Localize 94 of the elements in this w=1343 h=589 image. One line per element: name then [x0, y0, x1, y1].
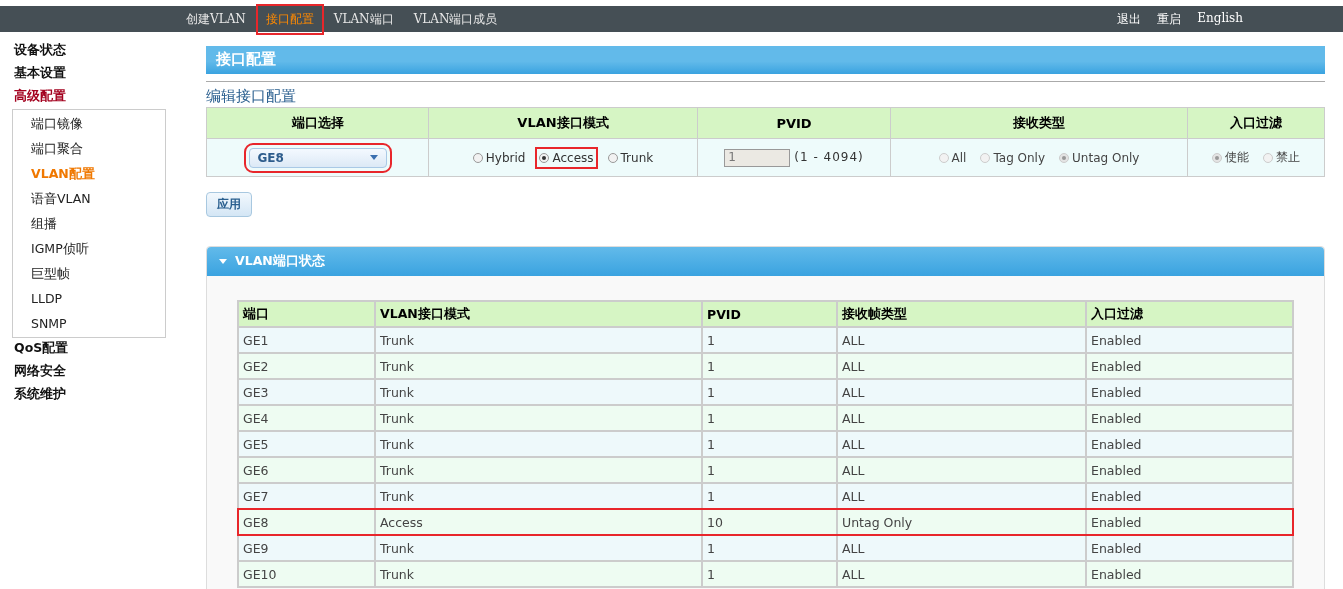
sidebar-item[interactable]: 网络安全 [0, 361, 166, 384]
column-header: 端口 [238, 301, 375, 327]
nav-tab[interactable]: VLAN端口 [323, 3, 404, 35]
column-header: 接收类型 [890, 107, 1188, 139]
column-header: VLAN接口模式 [375, 301, 702, 327]
table-cell: Trunk [375, 431, 702, 457]
submenu-item[interactable]: 端口聚合 [13, 137, 165, 162]
sidebar-item[interactable]: 高级配置 [0, 86, 166, 109]
table-cell: Enabled [1086, 431, 1293, 457]
radio-option[interactable]: Trunk [603, 146, 658, 169]
table-cell: Access [375, 509, 702, 535]
nav-link[interactable]: 退出 [1117, 10, 1142, 28]
table-cell: 10 [702, 509, 837, 535]
table-cell: GE2 [238, 353, 375, 379]
table-cell: 1 [702, 405, 837, 431]
table-cell: Enabled [1086, 379, 1293, 405]
pvid-range: (1 - 4094) [794, 150, 864, 164]
sidebar-item[interactable]: 设备状态 [0, 40, 166, 63]
panel-title: VLAN端口状态 [235, 253, 325, 270]
collapse-icon [219, 259, 227, 264]
radio-icon[interactable] [607, 152, 618, 163]
caret-icon [369, 155, 378, 160]
table-cell: Trunk [375, 327, 702, 353]
sidebar-item[interactable]: 基本设置 [0, 63, 166, 86]
table-cell: Enabled [1086, 327, 1293, 353]
table-cell: ALL [837, 379, 1086, 405]
submenu-item[interactable]: 语音VLAN [13, 187, 165, 212]
table-cell: ALL [837, 457, 1086, 483]
table-cell: Untag Only [837, 509, 1086, 535]
table-cell: GE3 [238, 379, 375, 405]
column-header: 端口选择 [206, 107, 429, 139]
table-cell: Trunk [375, 561, 702, 587]
column-header: PVID [697, 107, 891, 139]
table-cell: ALL [837, 431, 1086, 457]
column-header: 入口过滤 [1187, 107, 1325, 139]
table-cell: Trunk [375, 483, 702, 509]
table-cell: GE8 [238, 509, 375, 535]
table-cell: GE9 [238, 535, 375, 561]
table-cell: ALL [837, 353, 1086, 379]
column-header: PVID [702, 301, 837, 327]
table-cell: Enabled [1086, 457, 1293, 483]
table-cell: Trunk [375, 405, 702, 431]
submenu-item[interactable]: 组播 [13, 212, 165, 237]
radio-icon[interactable] [539, 152, 550, 163]
table-cell: Enabled [1086, 561, 1293, 587]
apply-button[interactable]: 应用 [206, 192, 252, 217]
radio-option[interactable]: Access [535, 146, 598, 169]
table-cell: ALL [837, 535, 1086, 561]
table-cell: 1 [702, 431, 837, 457]
table-cell: GE7 [238, 483, 375, 509]
nav-tab[interactable]: VLAN端口成员 [403, 3, 508, 35]
page-title: 接口配置 [206, 46, 1325, 74]
table-cell: 1 [702, 353, 837, 379]
table-cell: ALL [837, 483, 1086, 509]
submenu-item[interactable]: 巨型帧 [13, 262, 165, 287]
table-cell: Enabled [1086, 405, 1293, 431]
column-header: 入口过滤 [1086, 301, 1293, 327]
table-cell: 1 [702, 535, 837, 561]
table-cell: Trunk [375, 457, 702, 483]
table-cell: Enabled [1086, 535, 1293, 561]
table-cell: Enabled [1086, 483, 1293, 509]
table-cell: ALL [837, 327, 1086, 353]
table-cell: GE6 [238, 457, 375, 483]
table-cell: 1 [702, 483, 837, 509]
submenu-item[interactable]: 端口镜像 [13, 112, 165, 137]
column-header: 接收帧类型 [837, 301, 1086, 327]
table-cell: GE1 [238, 327, 375, 353]
submenu-item[interactable]: IGMP侦听 [13, 237, 165, 262]
table-cell: Enabled [1086, 509, 1293, 535]
table-cell: 1 [702, 561, 837, 587]
table-cell: ALL [837, 561, 1086, 587]
table-cell: 1 [702, 379, 837, 405]
radio-icon[interactable] [472, 152, 483, 163]
table-cell: Trunk [375, 379, 702, 405]
table-cell: Enabled [1086, 353, 1293, 379]
submenu-item[interactable]: LLDP [13, 287, 165, 312]
nav-tab[interactable]: 创建VLAN [176, 3, 256, 35]
radio-option[interactable]: Hybrid [468, 146, 530, 169]
table-cell: Trunk [375, 535, 702, 561]
table-cell: Trunk [375, 353, 702, 379]
nav-tab[interactable]: 接口配置 [255, 3, 324, 35]
table-cell: GE4 [238, 405, 375, 431]
table-cell: 1 [702, 457, 837, 483]
table-cell: GE10 [238, 561, 375, 587]
nav-link[interactable]: 重启 [1157, 10, 1182, 28]
table-cell: 1 [702, 327, 837, 353]
sidebar-item[interactable]: QoS配置 [0, 338, 166, 361]
submenu-item[interactable]: SNMP [13, 312, 165, 337]
section-title: 编辑接口配置 [206, 87, 297, 107]
nav-link[interactable]: English [1197, 10, 1243, 28]
table-cell: GE5 [238, 431, 375, 457]
sidebar-item[interactable]: 系统维护 [0, 384, 166, 407]
table-cell: ALL [837, 405, 1086, 431]
column-header: VLAN接口模式 [428, 107, 698, 139]
